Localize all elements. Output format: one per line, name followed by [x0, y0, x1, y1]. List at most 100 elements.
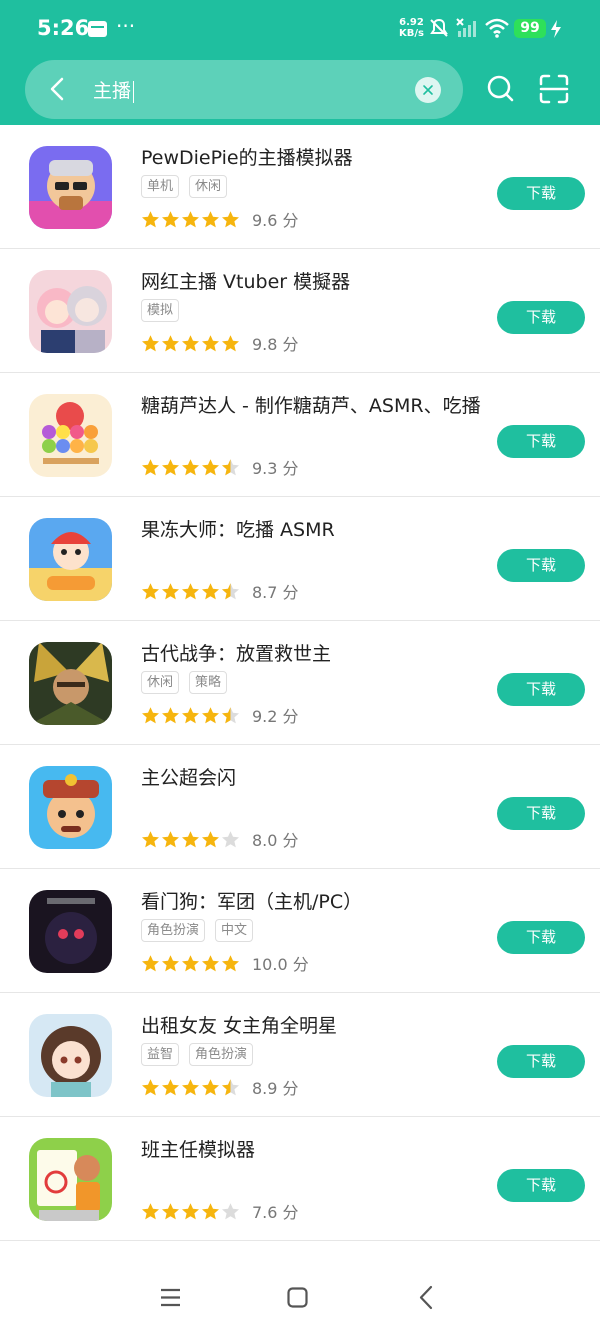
result-item[interactable]: 班主任模拟器 7.6 分 下载: [0, 1117, 600, 1241]
star-rating: [141, 706, 240, 725]
star-full-icon: [182, 954, 199, 971]
system-navigation-bar: [0, 1268, 600, 1333]
app-title[interactable]: 网红主播 Vtuber 模擬器: [141, 267, 350, 294]
star-full-icon: [162, 830, 179, 847]
download-button[interactable]: 下载: [497, 301, 585, 334]
ancient-war-app-icon[interactable]: [29, 642, 112, 725]
star-full-icon: [182, 334, 199, 351]
star-full-icon: [202, 210, 219, 227]
star-full-icon: [162, 954, 179, 971]
charging-icon: [551, 20, 561, 38]
tag-list: 单机 休闲: [141, 175, 228, 198]
star-full-icon: [142, 210, 159, 227]
star-rating: [141, 1202, 240, 1221]
star-half-icon: [222, 1078, 239, 1095]
star-full-icon: [162, 458, 179, 475]
download-button[interactable]: 下载: [497, 1169, 585, 1202]
network-speed: 6.92 KB/s: [399, 17, 424, 39]
pewdiepie-app-icon[interactable]: [29, 146, 112, 229]
more-notifications-icon: ···: [116, 14, 136, 38]
rating-score: 10.0 分: [252, 955, 309, 974]
category-tag: 休闲: [141, 671, 180, 694]
result-item[interactable]: PewDiePie的主播模拟器单机 休闲 9.6 分 下载: [0, 125, 600, 249]
rating-score: 8.7 分: [252, 583, 299, 602]
category-tag: 休闲: [189, 175, 228, 198]
star-full-icon: [142, 954, 159, 971]
star-full-icon: [162, 582, 179, 599]
star-full-icon: [222, 334, 239, 351]
back-arrow-icon[interactable]: [45, 76, 71, 102]
star-half-icon: [222, 706, 239, 723]
star-full-icon: [202, 1078, 219, 1095]
download-button[interactable]: 下载: [497, 797, 585, 830]
result-item[interactable]: 糖葫芦达人 - 制作糖葫芦、ASMR、吃播 9.3 分 下载: [0, 373, 600, 497]
star-full-icon: [142, 1078, 159, 1095]
rating: 10.0 分: [141, 951, 309, 975]
star-full-icon: [142, 458, 159, 475]
star-full-icon: [182, 1078, 199, 1095]
result-item[interactable]: 果冻大师：吃播 ASMR 8.7 分 下载: [0, 497, 600, 621]
app-title[interactable]: 出租女友 女主角全明星: [141, 1011, 337, 1038]
scan-icon[interactable]: [539, 74, 569, 104]
vtuber-app-icon[interactable]: [29, 270, 112, 353]
warlord-app-icon[interactable]: [29, 766, 112, 849]
result-item[interactable]: 网红主播 Vtuber 模擬器模拟 9.8 分 下载: [0, 249, 600, 373]
rating: 9.6 分: [141, 207, 299, 231]
jelly-asmr-app-icon[interactable]: [29, 518, 112, 601]
result-item[interactable]: 看门狗：军团（主机/PC） 角色扮演 中文 10.0 分 下载: [0, 869, 600, 993]
wifi-icon: [485, 18, 509, 38]
download-button[interactable]: 下载: [497, 673, 585, 706]
star-half-icon: [222, 458, 239, 475]
app-title[interactable]: 糖葫芦达人 - 制作糖葫芦、ASMR、吃播: [141, 391, 481, 418]
search-results-list: PewDiePie的主播模拟器 单机 休闲 9.6 分下载 网红主播 Vtuber 模擬…: [0, 125, 600, 1241]
download-button[interactable]: 下载: [497, 549, 585, 582]
download-button[interactable]: 下载: [497, 1045, 585, 1078]
tag-list: 休闲 策略: [141, 671, 228, 694]
result-item[interactable]: 主公超会闪 8.0 分 下载: [0, 745, 600, 869]
notification-icon: [88, 21, 107, 37]
star-full-icon: [202, 458, 219, 475]
star-full-icon: [182, 706, 199, 723]
candy-skewer-app-icon[interactable]: [29, 394, 112, 477]
clear-search-icon[interactable]: [415, 77, 441, 103]
star-full-icon: [222, 954, 239, 971]
home-icon[interactable]: [287, 1287, 308, 1308]
tag-list: 模拟: [141, 299, 180, 322]
star-full-icon: [202, 706, 219, 723]
app-title[interactable]: 看门狗：军团（主机/PC）: [141, 887, 362, 914]
star-rating: [141, 458, 240, 477]
rent-a-girlfriend-app-icon[interactable]: [29, 1014, 112, 1097]
star-full-icon: [162, 1202, 179, 1219]
star-full-icon: [182, 458, 199, 475]
app-title[interactable]: PewDiePie的主播模拟器: [141, 143, 353, 170]
download-button[interactable]: 下载: [497, 921, 585, 954]
teacher-sim-app-icon[interactable]: [29, 1138, 112, 1221]
search-icon[interactable]: [485, 73, 515, 105]
rating-score: 9.6 分: [252, 211, 299, 230]
app-title[interactable]: 主公超会闪: [141, 763, 236, 790]
star-rating: [141, 210, 240, 229]
category-tag: 角色扮演: [141, 919, 206, 942]
app-title[interactable]: 果冻大师：吃播 ASMR: [141, 515, 335, 542]
result-item[interactable]: 出租女友 女主角全明星 益智 角色扮演 8.9 分 下载: [0, 993, 600, 1117]
search-box[interactable]: 主播: [25, 60, 463, 119]
app-title[interactable]: 班主任模拟器: [141, 1135, 255, 1162]
app-title[interactable]: 古代战争：放置救世主: [141, 639, 331, 666]
rating: 9.8 分: [141, 331, 299, 355]
rating-score: 8.9 分: [252, 1079, 299, 1098]
star-full-icon: [182, 582, 199, 599]
result-item[interactable]: 古代战争：放置救世主 休闲 策略 9.2 分 下载: [0, 621, 600, 745]
star-rating: [141, 1078, 240, 1097]
star-full-icon: [162, 334, 179, 351]
download-button[interactable]: 下载: [497, 425, 585, 458]
search-input[interactable]: 主播: [93, 76, 135, 103]
rating: 8.9 分: [141, 1075, 299, 1099]
watchdogs-app-icon[interactable]: [29, 890, 112, 973]
star-full-icon: [142, 582, 159, 599]
star-full-icon: [182, 830, 199, 847]
menu-icon[interactable]: [160, 1288, 181, 1307]
nav-back-icon[interactable]: [417, 1285, 435, 1310]
download-button[interactable]: 下载: [497, 177, 585, 210]
mute-icon: [430, 18, 448, 37]
rating-score: 9.3 分: [252, 459, 299, 478]
